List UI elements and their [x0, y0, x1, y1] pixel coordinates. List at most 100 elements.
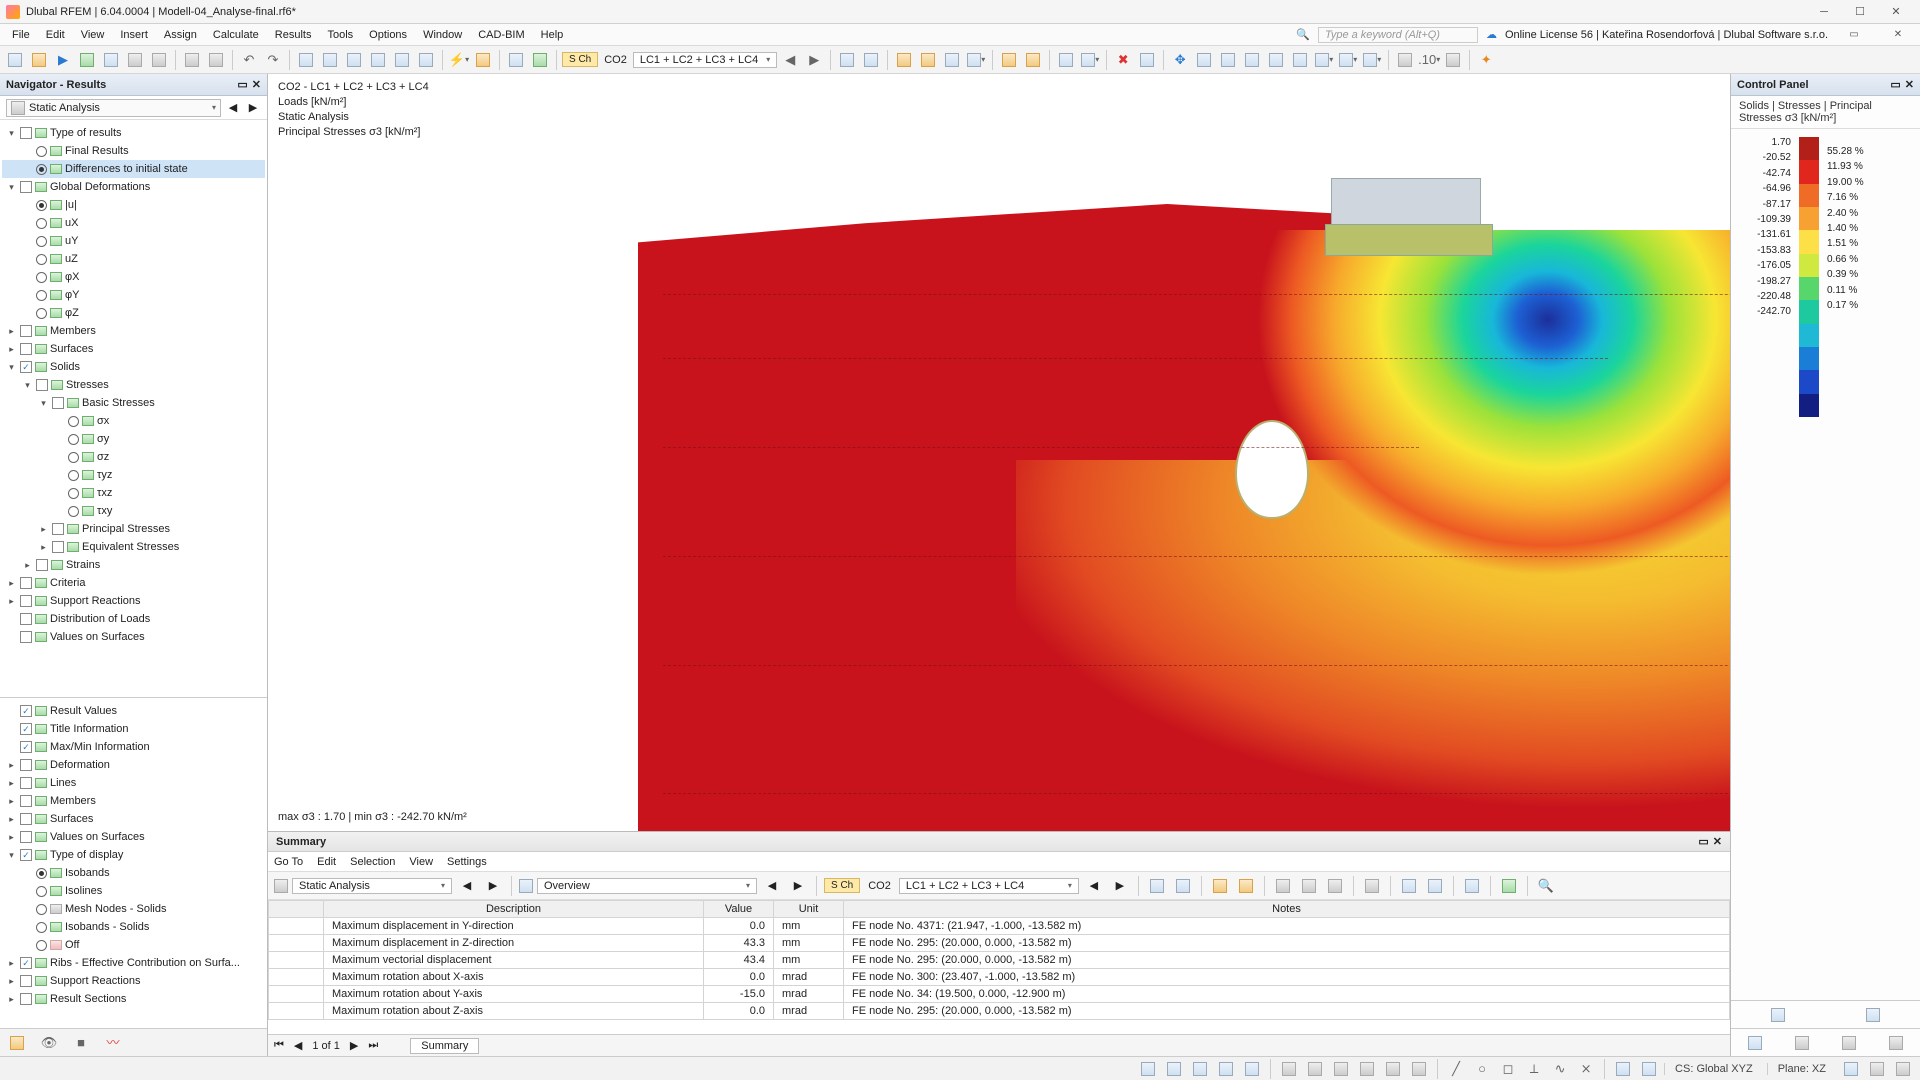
nav-close-icon[interactable]: ✕	[252, 78, 261, 91]
summary-close-icon[interactable]: ✕	[1713, 835, 1722, 848]
radio-icon[interactable]	[36, 200, 47, 211]
sum-t9[interactable]	[1398, 875, 1420, 897]
display-options-tree[interactable]: ✓Result Values✓Title Information✓Max/Min…	[0, 698, 267, 1028]
cp-pin-icon[interactable]: ▭	[1890, 78, 1900, 91]
sum-t1[interactable]	[1146, 875, 1168, 897]
sb-b1[interactable]	[1137, 1058, 1159, 1080]
tree-item[interactable]: ▾Basic Stresses	[2, 394, 265, 412]
nav-pin-icon[interactable]: ▭	[237, 78, 247, 91]
menu-cad-bim[interactable]: CAD-BIM	[470, 27, 532, 43]
menu-edit[interactable]: Edit	[38, 27, 73, 43]
calc-button[interactable]	[505, 49, 527, 71]
tree-item[interactable]: Mesh Nodes - Solids	[2, 900, 265, 918]
checkbox[interactable]	[20, 577, 32, 589]
tree-item[interactable]: |u|	[2, 196, 265, 214]
t5-button[interactable]: ▾	[1337, 49, 1359, 71]
tree-item[interactable]: τyz	[2, 466, 265, 484]
nav-tab-results[interactable]: 〰	[102, 1032, 124, 1054]
sb-snap4[interactable]	[1356, 1058, 1378, 1080]
tree-item[interactable]: ▸Principal Stresses	[2, 520, 265, 538]
sb-d5[interactable]: ∿	[1549, 1058, 1571, 1080]
copy-button[interactable]	[100, 49, 122, 71]
results-tree[interactable]: ▾Type of resultsFinal ResultsDifferences…	[0, 120, 267, 697]
view-grid-button[interactable]	[415, 49, 437, 71]
summary-overview-combo[interactable]: Overview▾	[537, 878, 757, 894]
mdi-close-button[interactable]: ✕	[1880, 25, 1916, 45]
sb-snap6[interactable]	[1408, 1058, 1430, 1080]
checkbox[interactable]: ✓	[20, 849, 32, 861]
summary-tab[interactable]: Summary	[410, 1038, 479, 1054]
checkbox[interactable]	[20, 181, 32, 193]
tree-item[interactable]: ▸Lines	[2, 774, 265, 792]
dim3-button[interactable]	[941, 49, 963, 71]
tree-item[interactable]: ▾✓Type of display	[2, 846, 265, 864]
checkbox[interactable]	[20, 595, 32, 607]
sum-t10[interactable]	[1424, 875, 1446, 897]
menu-help[interactable]: Help	[533, 27, 572, 43]
text2-button[interactable]: .10▾	[1418, 49, 1440, 71]
dim-button[interactable]	[893, 49, 915, 71]
view-z-button[interactable]	[367, 49, 389, 71]
menu-calculate[interactable]: Calculate	[205, 27, 267, 43]
lc-next-button[interactable]: ▶	[803, 49, 825, 71]
sum-next3[interactable]: ▶	[1109, 875, 1131, 897]
sum-t5[interactable]	[1272, 875, 1294, 897]
loadcase-combo[interactable]: LC1 + LC2 + LC3 + LC4▾	[633, 52, 777, 68]
printer-button[interactable]	[148, 49, 170, 71]
tree-item[interactable]: σz	[2, 448, 265, 466]
print-button[interactable]	[124, 49, 146, 71]
tree-item[interactable]: ▸Criteria	[2, 574, 265, 592]
cp-tab4[interactable]	[1885, 1032, 1907, 1054]
radio-icon[interactable]	[36, 272, 47, 283]
sum-t4[interactable]	[1235, 875, 1257, 897]
radio-icon[interactable]	[36, 254, 47, 265]
sum-t11[interactable]	[1461, 875, 1483, 897]
summary-grid[interactable]: DescriptionValueUnitNotesMaximum displac…	[268, 900, 1730, 1034]
tree-item[interactable]: Differences to initial state	[2, 160, 265, 178]
pager-first[interactable]: ⏮	[274, 1039, 284, 1052]
view-x-button[interactable]	[319, 49, 341, 71]
extras-button[interactable]: ✦	[1475, 49, 1497, 71]
menu-assign[interactable]: Assign	[156, 27, 205, 43]
radio-icon[interactable]	[68, 416, 79, 427]
radio-icon[interactable]	[36, 886, 47, 897]
saveas-button[interactable]	[76, 49, 98, 71]
sb-d6[interactable]: ⨯	[1575, 1058, 1597, 1080]
tree-item[interactable]: ▸✓Ribs - Effective Contribution on Surfa…	[2, 954, 265, 972]
save-button[interactable]: ▶	[52, 49, 74, 71]
checkbox[interactable]	[20, 831, 32, 843]
sb-b2[interactable]	[1163, 1058, 1185, 1080]
tree-item[interactable]: ✓Result Values	[2, 702, 265, 720]
grid-header[interactable]: Description	[324, 901, 704, 918]
checkbox[interactable]	[20, 759, 32, 771]
redo-button[interactable]: ↷	[262, 49, 284, 71]
new-button[interactable]	[4, 49, 26, 71]
sb-e2[interactable]	[1638, 1058, 1660, 1080]
t6-button[interactable]: ▾	[1361, 49, 1383, 71]
tree-item[interactable]: ▸Result Sections	[2, 990, 265, 1008]
summary-menu-settings[interactable]: Settings	[447, 856, 487, 868]
tree-item[interactable]: Values on Surfaces	[2, 628, 265, 646]
tree-item[interactable]: ▾✓Solids	[2, 358, 265, 376]
tree-item[interactable]: ▸Support Reactions	[2, 592, 265, 610]
radio-icon[interactable]	[68, 470, 79, 481]
nav-tab-data[interactable]	[6, 1032, 28, 1054]
nav-next-button[interactable]: ▶	[245, 97, 261, 119]
checkbox[interactable]	[52, 523, 64, 535]
radio-icon[interactable]	[36, 922, 47, 933]
checkbox[interactable]	[20, 343, 32, 355]
t4-button[interactable]: ▾	[1313, 49, 1335, 71]
grid-header[interactable]: Value	[704, 901, 774, 918]
undo-button[interactable]: ↶	[238, 49, 260, 71]
radio-icon[interactable]	[36, 236, 47, 247]
tree-item[interactable]: uX	[2, 214, 265, 232]
tree-item[interactable]: Isobands	[2, 864, 265, 882]
radio-icon[interactable]	[36, 940, 47, 951]
table-row[interactable]: Maximum rotation about X-axis0.0mradFE n…	[269, 969, 1730, 986]
tree-item[interactable]: φZ	[2, 304, 265, 322]
tool-a-button[interactable]	[1136, 49, 1158, 71]
checkbox[interactable]: ✓	[20, 723, 32, 735]
view-persp-button[interactable]	[391, 49, 413, 71]
pager-last[interactable]: ⏭	[368, 1039, 378, 1052]
tree-item[interactable]: ▸Values on Surfaces	[2, 828, 265, 846]
